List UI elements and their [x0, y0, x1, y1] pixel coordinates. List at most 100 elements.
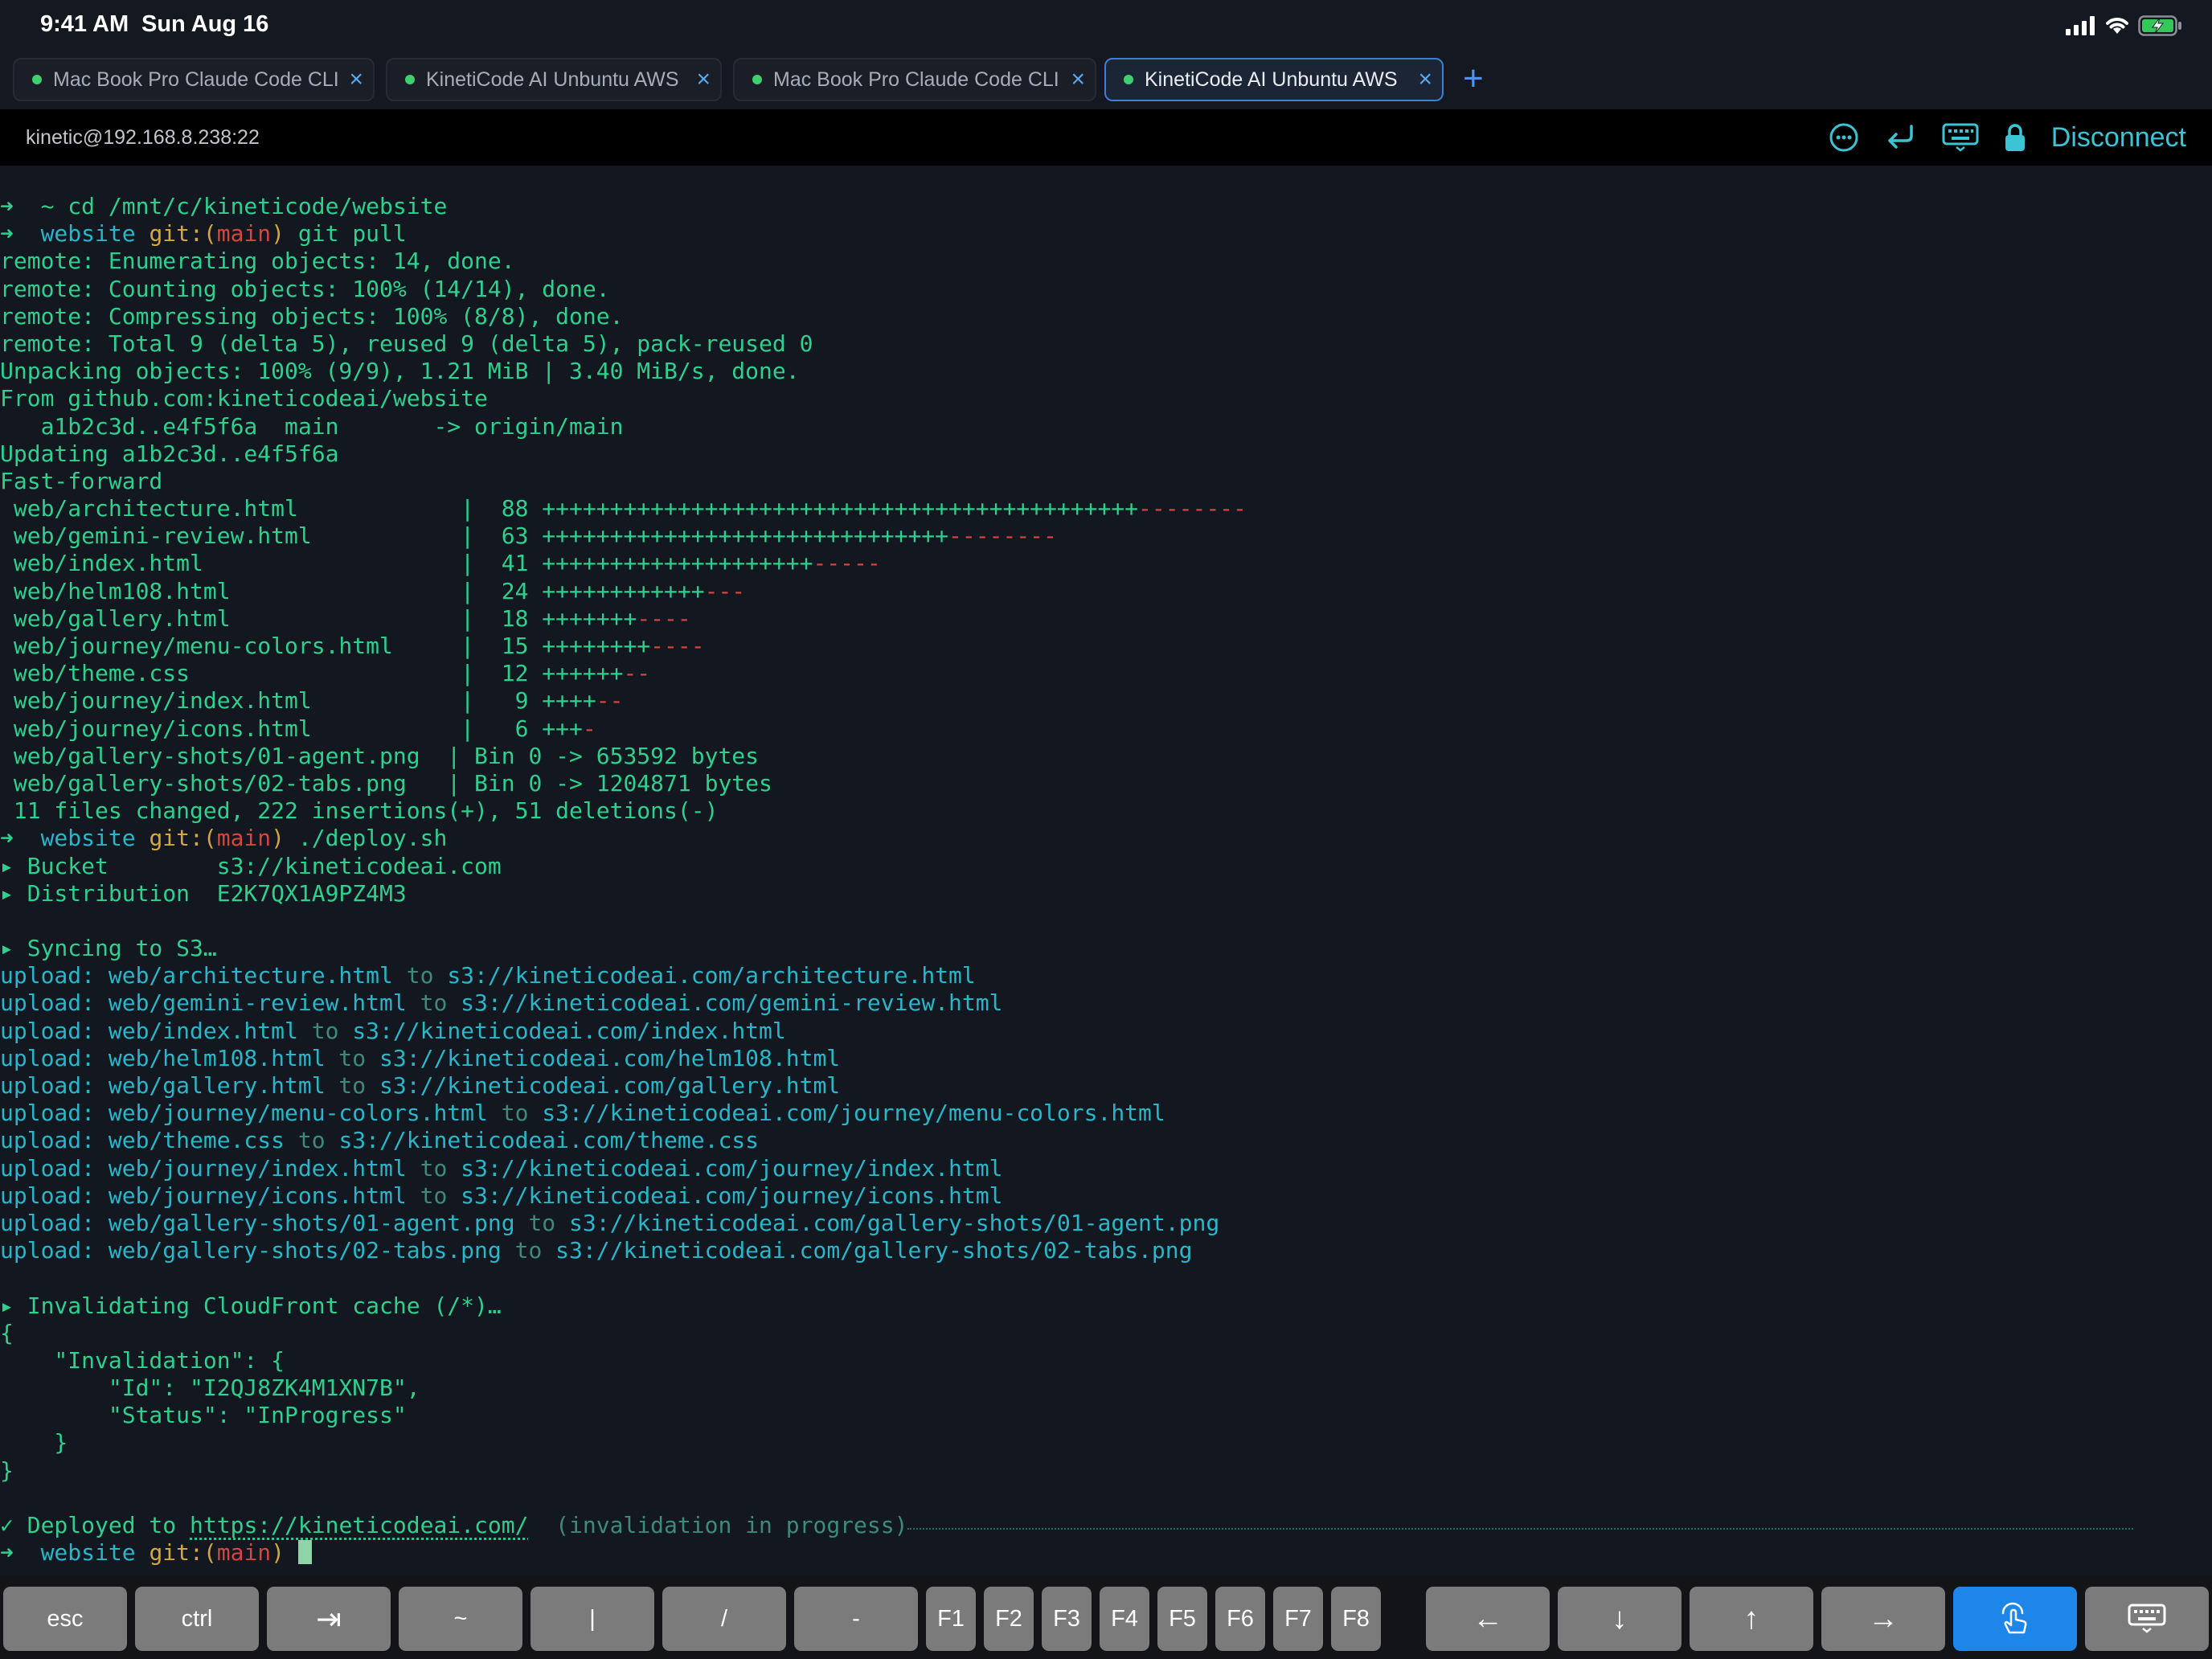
f4-key[interactable]: F4	[1100, 1587, 1149, 1651]
terminal-line: remote: Total 9 (delta 5), reused 9 (del…	[0, 330, 813, 357]
dotted-separator	[907, 1512, 2134, 1530]
upload-line: upload: web/journey/menu-colors.html to …	[0, 1100, 1165, 1127]
hide-keyboard-icon	[2128, 1604, 2166, 1633]
terminal-prompt[interactable]: ➜ website git:(main)	[0, 1539, 2212, 1567]
signal-icon	[2066, 16, 2095, 35]
terminal-line: Unpacking objects: 100% (9/9), 1.21 MiB …	[0, 358, 800, 385]
f5-key[interactable]: F5	[1157, 1587, 1207, 1651]
wifi-icon	[2106, 18, 2128, 34]
terminal-output[interactable]: ➜ ~ cd /mnt/c/kineticode/website ➜ websit…	[0, 193, 2212, 1567]
upload-line: upload: web/gallery.html to s3://kinetic…	[0, 1072, 841, 1099]
f8-key[interactable]: F8	[1331, 1587, 1381, 1651]
tab-label: KinetiCode AI Unbuntu AWS	[1145, 68, 1398, 91]
pipe-key[interactable]: |	[530, 1587, 654, 1651]
json-line: }	[0, 1429, 68, 1456]
deployed-url-link[interactable]: https://kineticodeai.com/	[190, 1512, 528, 1538]
diffstat-line: web/journey/index.html | 9 ++++--	[0, 687, 624, 715]
connected-dot-icon	[1124, 75, 1133, 84]
f2-key[interactable]: F2	[984, 1587, 1034, 1651]
status-icons	[2066, 11, 2183, 40]
json-line: "Status": "InProgress"	[0, 1402, 407, 1429]
terminal-line: ➜ website git:(main) git pull	[0, 220, 407, 248]
session-info-bar: kinetic@192.168.8.238:22 Disconnect	[0, 109, 2212, 166]
terminal-line: ▸ Invalidating CloudFront cache (/*)…	[0, 1292, 502, 1319]
diffstat-summary: 11 files changed, 222 insertions(+), 51 …	[0, 797, 719, 825]
down-arrow-key[interactable]: ↓	[1558, 1587, 1682, 1651]
deployed-line: ✓ Deployed to https://kineticodeai.com/ …	[0, 1512, 2212, 1539]
diffstat-line: web/gallery-shots/01-agent.png | Bin 0 -…	[0, 742, 760, 769]
upload-line: upload: web/journey/index.html to s3://k…	[0, 1154, 1003, 1182]
terminal-line: ▸ Syncing to S3…	[0, 935, 217, 962]
connected-dot-icon	[405, 75, 415, 84]
close-icon[interactable]: ×	[349, 68, 363, 92]
json-line: "Invalidation": {	[0, 1346, 285, 1374]
esc-key[interactable]: esc	[3, 1587, 127, 1651]
terminal-line: remote: Compressing objects: 100% (8/8),…	[0, 302, 624, 330]
disconnect-button[interactable]: Disconnect	[2051, 122, 2186, 154]
connected-dot-icon	[32, 75, 42, 84]
terminal-prompt: ➜ website git:(main) ./deploy.sh	[0, 825, 448, 852]
tab-mac-book-pro-1[interactable]: Mac Book Pro Claude Code CLI ×	[13, 58, 375, 101]
f1-key[interactable]: F1	[926, 1587, 976, 1651]
terminal-line: ▸ Distribution E2K7QX1A9PZ4M3	[0, 879, 407, 907]
ios-status-bar: 9:41 AM Sun Aug 16	[0, 0, 2212, 51]
tab-label: KinetiCode AI Unbuntu AWS	[426, 68, 679, 91]
touch-mode-button[interactable]	[1953, 1587, 2077, 1651]
terminal-cursor	[297, 1540, 312, 1565]
status-date: Sun Aug 16	[141, 11, 269, 37]
keyboard-icon[interactable]	[1942, 123, 1979, 152]
hide-keyboard-button[interactable]	[2085, 1587, 2209, 1651]
diffstat-line: web/gemini-review.html | 63 ++++++++++++…	[0, 522, 1057, 550]
tab-mac-book-pro-2[interactable]: Mac Book Pro Claude Code CLI ×	[733, 58, 1096, 101]
diffstat-line: web/journey/menu-colors.html | 15 ++++++…	[0, 633, 705, 659]
upload-line: upload: web/gallery-shots/01-agent.png t…	[0, 1209, 1220, 1236]
tilde-key[interactable]: ~	[399, 1587, 522, 1651]
f3-key[interactable]: F3	[1042, 1587, 1092, 1651]
dash-key[interactable]: -	[794, 1587, 918, 1651]
close-icon[interactable]: ×	[1071, 68, 1085, 92]
right-arrow-key[interactable]: →	[1821, 1587, 1945, 1651]
terminal-line: From github.com:kineticodeai/website	[0, 385, 488, 412]
close-icon[interactable]: ×	[696, 68, 711, 92]
terminal-line: remote: Counting objects: 100% (14/14), …	[0, 275, 610, 302]
diffstat-line: web/gallery.html | 18 +++++++----	[0, 604, 691, 632]
f6-key[interactable]: F6	[1215, 1587, 1265, 1651]
diffstat-line: web/theme.css | 12 ++++++--	[0, 660, 651, 687]
terminal-line: ➜ ~ cd /mnt/c/kineticode/website	[0, 193, 448, 219]
json-line: {	[0, 1319, 14, 1346]
return-icon[interactable]	[1884, 123, 1918, 152]
terminal-line: a1b2c3d..e4f5f6a main -> origin/main	[0, 412, 624, 440]
upload-line: upload: web/gallery-shots/02-tabs.png to…	[0, 1237, 1193, 1264]
diffstat-line: web/gallery-shots/02-tabs.png | Bin 0 ->…	[0, 769, 772, 797]
diffstat-line: web/helm108.html | 24 ++++++++++++---	[0, 577, 746, 604]
terminal-line: Fast-forward	[0, 467, 163, 494]
tab-key[interactable]: ⇥	[267, 1587, 391, 1651]
close-icon[interactable]: ×	[1418, 68, 1432, 92]
new-tab-button[interactable]: +	[1463, 61, 1484, 96]
tab-label: Mac Book Pro Claude Code CLI	[53, 68, 339, 91]
upload-line: upload: web/gemini-review.html to s3://k…	[0, 989, 1003, 1017]
ctrl-key[interactable]: ctrl	[135, 1587, 259, 1651]
more-icon[interactable]	[1828, 121, 1860, 154]
json-line: }	[0, 1456, 14, 1484]
extra-keys-bar: esc ctrl ⇥ ~ | / - F1 F2 F3 F4 F5 F6 F7 …	[0, 1575, 2212, 1659]
tab-kineticode-aws-1[interactable]: KinetiCode AI Unbuntu AWS ×	[386, 58, 722, 101]
terminal-line: ▸ Bucket s3://kineticodeai.com	[0, 852, 502, 879]
up-arrow-key[interactable]: ↑	[1690, 1587, 1813, 1651]
diffstat-line: web/journey/icons.html | 6 +++-	[0, 715, 596, 742]
upload-line: upload: web/architecture.html to s3://ki…	[0, 962, 976, 989]
left-arrow-key[interactable]: ←	[1426, 1587, 1550, 1651]
diffstat-line: web/architecture.html | 88 +++++++++++++…	[0, 495, 1247, 522]
upload-line: upload: web/index.html to s3://kineticod…	[0, 1017, 786, 1044]
check-icon: ✓	[0, 1512, 14, 1538]
connected-dot-icon	[752, 75, 762, 84]
tab-kineticode-aws-2-active[interactable]: KinetiCode AI Unbuntu AWS ×	[1104, 58, 1444, 101]
slash-key[interactable]: /	[662, 1587, 786, 1651]
battery-charging-icon	[2138, 15, 2181, 36]
touch-icon	[2001, 1602, 2027, 1634]
terminal-line: Updating a1b2c3d..e4f5f6a	[0, 440, 339, 467]
f7-key[interactable]: F7	[1273, 1587, 1323, 1651]
session-actions: Disconnect	[1828, 117, 2186, 158]
diffstat-line: web/index.html | 41 ++++++++++++++++++++…	[0, 550, 881, 577]
